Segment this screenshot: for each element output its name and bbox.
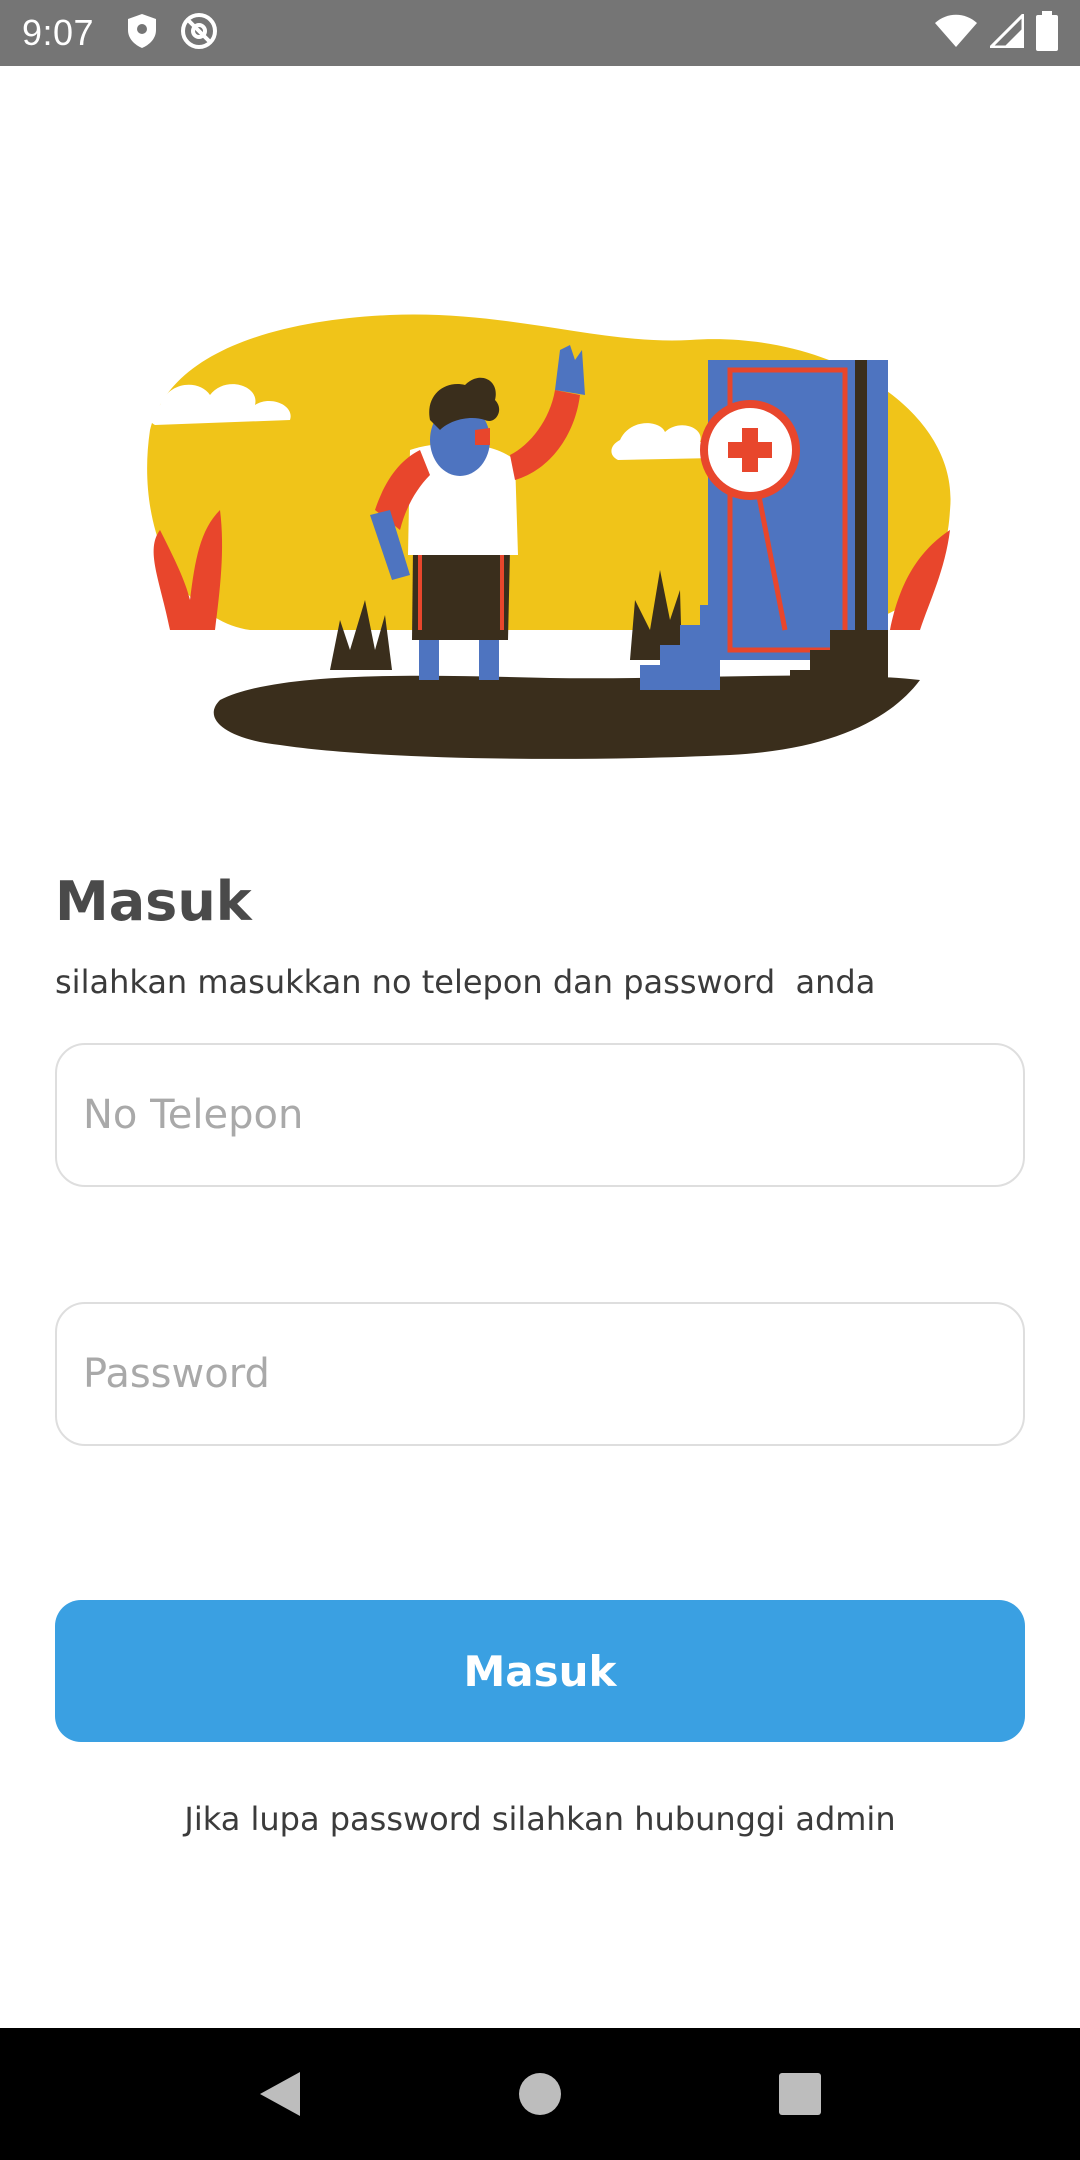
recents-icon[interactable] [750,2044,850,2144]
page-title: Masuk [55,870,252,933]
phone-field[interactable] [55,1043,1025,1187]
at-sign-icon [180,12,218,54]
battery-icon [1036,11,1058,55]
home-icon[interactable] [490,2044,590,2144]
login-button[interactable]: Masuk [55,1600,1025,1742]
forgot-password-note: Jika lupa password silahkan hubunggi adm… [184,1800,896,1838]
wifi-icon [934,14,978,52]
phone-input[interactable] [83,1092,997,1138]
status-bar: 9:07 [0,0,1080,66]
back-icon[interactable] [230,2044,330,2144]
signal-icon [987,11,1025,52]
page-subtitle: silahkan masukkan no telepon dan passwor… [55,963,876,1001]
login-illustration [130,300,970,770]
status-time: 9:07 [22,12,95,53]
password-field[interactable] [55,1302,1025,1446]
shield-icon [126,13,158,53]
navigation-bar [0,2028,1080,2160]
password-input[interactable] [83,1351,997,1397]
login-screen: 9:07 Masuk silahkan masukkan no telepon … [0,0,1080,2160]
